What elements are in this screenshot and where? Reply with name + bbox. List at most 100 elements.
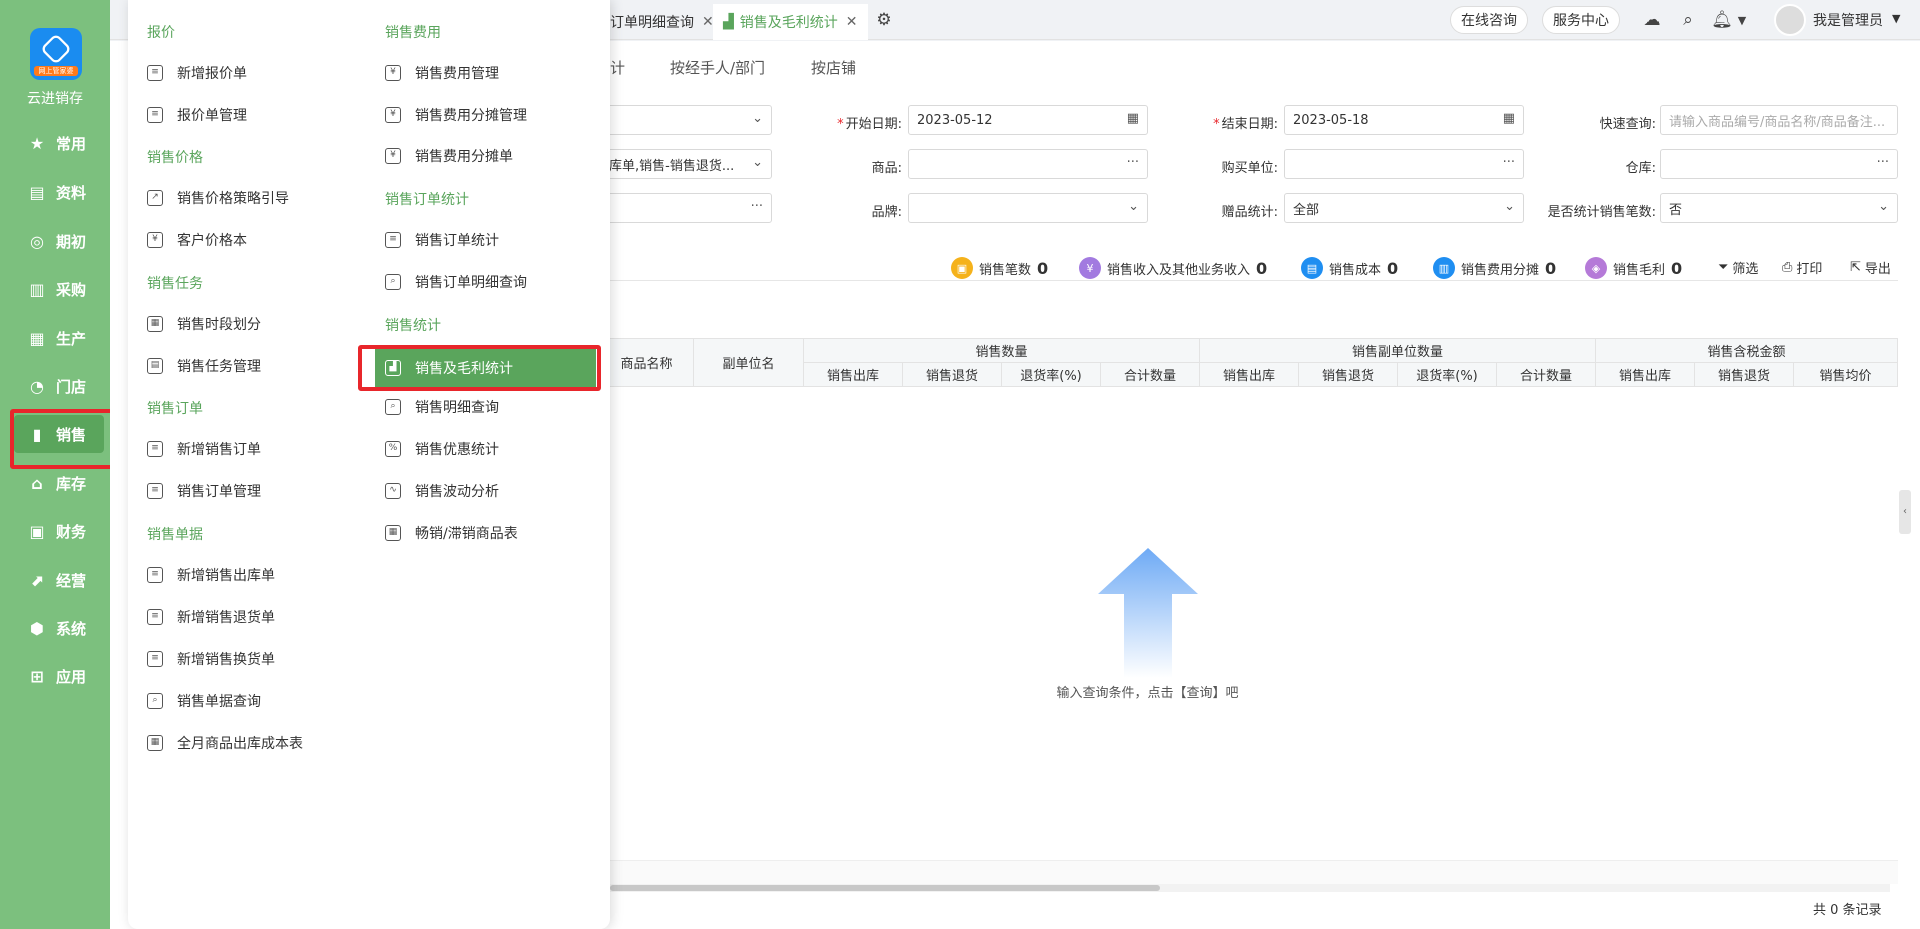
menu-item-order-manage[interactable]: ≡ 销售订单管理 xyxy=(147,480,261,502)
highlight-sales-profit xyxy=(358,345,601,391)
tab-settings-gear-icon[interactable]: ⚙ xyxy=(872,8,896,32)
start-date-value: 2023-05-12 xyxy=(917,112,993,128)
col-qty-total[interactable]: 合计数量 xyxy=(1101,363,1200,387)
nav-item-common[interactable]: ★ 常用 xyxy=(14,124,104,162)
menu-item-new-quote[interactable]: ≡ 新增报价单 xyxy=(147,62,247,84)
menu-item-order-stat[interactable]: ≡ 销售订单统计 xyxy=(385,229,499,251)
col-sub-total[interactable]: 合计数量 xyxy=(1497,363,1596,387)
gift-value: 全部 xyxy=(1293,202,1320,218)
stat-icon: ≡ xyxy=(385,232,401,248)
menu-item-expense-manage[interactable]: ¥ 销售费用管理 xyxy=(385,62,499,84)
app-logo[interactable]: 网上管家婆 xyxy=(30,28,82,80)
more-dots-icon[interactable]: ··· xyxy=(1503,155,1515,170)
col-sub-return-rate[interactable]: 退货率(%) xyxy=(1398,363,1497,387)
warehouse-field[interactable]: ··· xyxy=(1660,149,1898,179)
user-name[interactable]: 我是管理员 xyxy=(1813,10,1883,30)
collapse-handle[interactable]: ‹ xyxy=(1899,490,1911,534)
menu-item-best-worst[interactable]: ▦ 畅销/滞销商品表 xyxy=(385,522,518,544)
col-qty-out[interactable]: 销售出库 xyxy=(804,363,903,387)
subtab-by-store[interactable]: 按店铺 xyxy=(811,57,856,78)
chevron-down-icon[interactable]: ▼ xyxy=(1730,8,1754,32)
more-dots-icon[interactable]: ··· xyxy=(1127,155,1139,170)
col-sub-unit[interactable]: 副单位名 xyxy=(694,339,804,387)
menu-item-fluctuation[interactable]: ∿ 销售波动分析 xyxy=(385,480,499,502)
nav-item-opening[interactable]: ◎ 期初 xyxy=(14,222,104,260)
nav-item-data[interactable]: ▤ 资料 xyxy=(14,173,104,211)
close-icon[interactable]: ✕ xyxy=(702,14,714,30)
more-dots-icon[interactable]: ··· xyxy=(751,199,763,214)
col-sub-return[interactable]: 销售退货 xyxy=(1299,363,1398,387)
extra-filter-field[interactable]: ··· xyxy=(600,193,772,223)
calendar-icon[interactable]: ▦ xyxy=(1127,111,1139,126)
menu-item-new-exchange[interactable]: ≡ 新增销售换货单 xyxy=(147,648,275,670)
buyer-label: 购买单位: xyxy=(1221,161,1278,176)
expense-icon: ¥ xyxy=(385,65,401,81)
app-name: 云进销存 xyxy=(27,91,83,107)
online-consult-button[interactable]: 在线咨询 xyxy=(1450,6,1528,34)
col-product-name[interactable]: 商品名称 xyxy=(600,339,694,387)
count-select[interactable]: 否 ⌄ xyxy=(1660,193,1898,223)
gift-select[interactable]: 全部 ⌄ xyxy=(1284,193,1524,223)
nav-item-apps[interactable]: ⊞ 应用 xyxy=(14,657,104,695)
export-button[interactable]: ⇱ 导出 xyxy=(1850,258,1891,277)
menu-item-discount-stat[interactable]: % 销售优惠统计 xyxy=(385,438,499,460)
subtab-stat[interactable]: 计 xyxy=(610,57,625,78)
nav-item-production[interactable]: ▦ 生产 xyxy=(14,319,104,357)
end-date-field[interactable]: 2023-05-18 ▦ xyxy=(1284,105,1524,135)
menu-item-sales-detail[interactable]: ⌕ 销售明细查询 xyxy=(385,396,499,418)
bill-type-select[interactable]: 库单,销售-销售退货... ⌄ xyxy=(600,149,772,179)
col-amt-avg[interactable]: 销售均价 xyxy=(1794,363,1898,387)
summary-profit: ◈ 销售毛利 0 xyxy=(1585,256,1682,280)
menu-item-month-cost[interactable]: ▦ 全月商品出库成本表 xyxy=(147,732,303,754)
calendar-icon[interactable]: ▦ xyxy=(1503,111,1515,126)
menu-item-expense-share-bill[interactable]: ¥ 销售费用分摊单 xyxy=(385,145,513,167)
more-dots-icon[interactable]: ··· xyxy=(1877,155,1889,170)
search-icon[interactable]: ⌕ xyxy=(1676,8,1700,32)
tab-sales-profit[interactable]: ▟ 销售及毛利统计 ✕ xyxy=(713,4,868,40)
close-icon[interactable]: ✕ xyxy=(846,14,858,30)
nav-item-store[interactable]: ◔ 门店 xyxy=(14,367,104,405)
scrollbar-thumb[interactable] xyxy=(610,885,1160,891)
menu-item-customer-price[interactable]: ¥ 客户价格本 xyxy=(147,229,247,251)
menu-item-quote-manage[interactable]: ≡ 报价单管理 xyxy=(147,104,247,126)
nav-item-business[interactable]: ⬈ 经营 xyxy=(14,561,104,599)
menu-cat-price: 销售价格 xyxy=(147,150,203,166)
tab-order-detail[interactable]: 订单明细查询 ✕ xyxy=(600,4,724,40)
chevron-down-icon: ⌄ xyxy=(1504,199,1515,214)
quick-search-input[interactable]: 请输入商品编号/商品名称/商品备注... xyxy=(1660,105,1898,135)
col-qty-return-rate[interactable]: 退货率(%) xyxy=(1002,363,1101,387)
menu-item-expense-share-manage[interactable]: ¥ 销售费用分摊管理 xyxy=(385,104,527,126)
brand-select[interactable]: ⌄ xyxy=(908,193,1148,223)
print-button[interactable]: ⎙ 打印 xyxy=(1782,258,1822,277)
cloud-download-icon[interactable]: ☁ xyxy=(1640,8,1664,32)
product-field[interactable]: ··· xyxy=(908,149,1148,179)
menu-item-order-detail[interactable]: ⌕ 销售订单明细查询 xyxy=(385,271,527,293)
avatar[interactable] xyxy=(1774,4,1806,36)
menu-item-task-manage[interactable]: ▤ 销售任务管理 xyxy=(147,355,261,377)
nav-item-purchase[interactable]: ▥ 采购 xyxy=(14,270,104,308)
nav-item-system[interactable]: ⬢ 系统 xyxy=(14,609,104,647)
menu-item-time-division[interactable]: ▦ 销售时段划分 xyxy=(147,313,261,335)
col-qty-return[interactable]: 销售退货 xyxy=(903,363,1002,387)
expense-icon: ▥ xyxy=(1433,257,1455,279)
menu-item-new-outbound[interactable]: ≡ 新增销售出库单 xyxy=(147,564,275,586)
nav-item-finance[interactable]: ▣ 财务 xyxy=(14,512,104,550)
col-amt-out[interactable]: 销售出库 xyxy=(1596,363,1695,387)
menu-item-price-strategy[interactable]: ↗ 销售价格策略引导 xyxy=(147,187,289,209)
menu-cat-expense: 销售费用 xyxy=(385,25,441,41)
chevron-down-icon[interactable]: ▼ xyxy=(1892,12,1900,25)
subtab-by-handler[interactable]: 按经手人/部门 xyxy=(670,57,765,78)
trend-icon: ↗ xyxy=(147,190,163,206)
col-amt-return[interactable]: 销售退货 xyxy=(1695,363,1794,387)
service-center-button[interactable]: 服务中心 xyxy=(1542,6,1620,34)
col-sub-out[interactable]: 销售出库 xyxy=(1200,363,1299,387)
menu-item-bill-query[interactable]: ⌕ 销售单据查询 xyxy=(147,690,261,712)
buyer-field[interactable]: ··· xyxy=(1284,149,1524,179)
menu-item-new-order[interactable]: ≡ 新增销售订单 xyxy=(147,438,261,460)
bill-scope-select[interactable]: ⌄ xyxy=(600,105,772,135)
group-sales-qty: 销售数量 xyxy=(804,339,1200,363)
menu-item-new-return[interactable]: ≡ 新增销售退货单 xyxy=(147,606,275,628)
start-date-field[interactable]: 2023-05-12 ▦ xyxy=(908,105,1148,135)
nav-item-inventory[interactable]: ⌂ 库存 xyxy=(14,464,104,502)
filter-button[interactable]: ⏷ 筛选 xyxy=(1718,258,1758,277)
